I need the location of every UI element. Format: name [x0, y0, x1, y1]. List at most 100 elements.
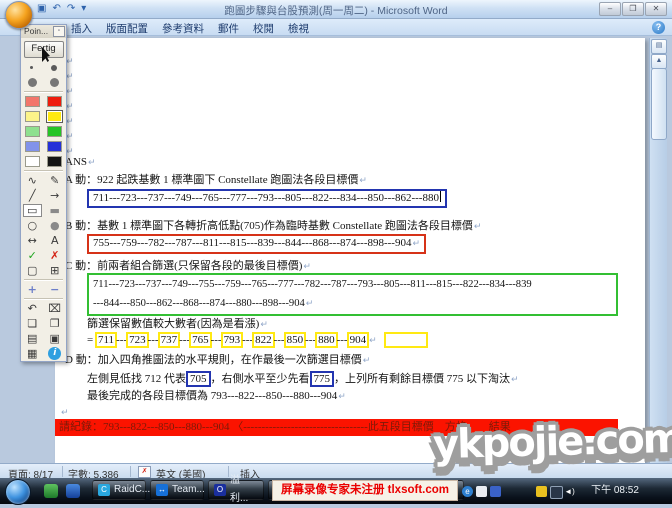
- cross-icon[interactable]: ✗: [45, 249, 64, 262]
- tray-icon-1[interactable]: e: [462, 486, 473, 497]
- color-swatch-blue[interactable]: [47, 141, 62, 152]
- paragraph-mark: ↵: [412, 239, 420, 249]
- color-swatch-light-blue[interactable]: [25, 141, 40, 152]
- copy-icon[interactable]: ❐: [45, 317, 64, 330]
- yellow-annotation-box: 880: [315, 332, 338, 348]
- pen-size-small-icon[interactable]: [30, 66, 33, 69]
- pen-size-large-icon[interactable]: [28, 78, 37, 87]
- tray-volume-icon[interactable]: ◄): [564, 486, 575, 497]
- select-rect-icon[interactable]: ▢: [23, 264, 42, 277]
- tab-review[interactable]: 校閱: [246, 18, 281, 35]
- color-swatch-green[interactable]: [47, 126, 62, 137]
- taskbar-button-3[interactable]: O 溢利...: [208, 480, 264, 500]
- line-icon[interactable]: ╱: [23, 189, 42, 202]
- divider: [228, 466, 229, 477]
- ruler-toggle-icon[interactable]: ▤: [651, 39, 667, 54]
- color-swatch-red[interactable]: [47, 96, 62, 107]
- watermark: ykpojie.com: [432, 416, 672, 469]
- new-page-icon[interactable]: ❏: [23, 317, 42, 330]
- info-icon[interactable]: i: [48, 347, 61, 360]
- pointofix-minimize-icon[interactable]: ▫: [53, 26, 65, 37]
- print-icon[interactable]: ▤: [23, 332, 42, 345]
- help-icon[interactable]: ?: [652, 21, 665, 34]
- rectangle-icon[interactable]: ▭: [23, 204, 42, 217]
- tray-icon-3[interactable]: [490, 486, 501, 497]
- quicklaunch-icon-2[interactable]: [66, 484, 80, 498]
- minimize-button[interactable]: –: [599, 2, 621, 16]
- divider: [62, 466, 63, 477]
- tray-icon-2[interactable]: [476, 486, 487, 497]
- filled-ellipse-icon[interactable]: ●: [45, 219, 64, 232]
- scrollbar-thumb[interactable]: [651, 68, 667, 140]
- pen-size-xlarge-icon[interactable]: [50, 78, 59, 87]
- tray-shield-icon[interactable]: [536, 486, 547, 497]
- pen-size-medium-icon[interactable]: [51, 65, 57, 71]
- tab-references[interactable]: 參考資料: [155, 18, 211, 35]
- save-icon[interactable]: ▣: [45, 332, 64, 345]
- filled-rectangle-icon[interactable]: ▬: [45, 204, 64, 217]
- pencil-icon[interactable]: ✎: [45, 174, 64, 187]
- color-swatch-light-green[interactable]: [25, 126, 40, 137]
- step-c-values-line1: 711---723---737---749---755---759---765-…: [93, 275, 612, 294]
- yellow-annotation-box: 723: [126, 332, 149, 348]
- tab-mailings[interactable]: 郵件: [211, 18, 246, 35]
- step-c-values-line2: ---844---850---862---868---874---880---8…: [93, 294, 612, 314]
- blue-annotation-box: 705: [186, 371, 211, 387]
- plus-icon[interactable]: +: [23, 283, 42, 296]
- ellipse-icon[interactable]: ○: [23, 219, 42, 232]
- tray-network-icon[interactable]: [550, 486, 563, 499]
- vertical-scrollbar[interactable]: ▤ ▲: [649, 38, 667, 463]
- redo-icon[interactable]: ↷: [67, 3, 75, 14]
- app-o-icon: O: [214, 484, 226, 496]
- paragraph-mark: ↵: [66, 87, 74, 97]
- filtered-values-line: = 711---723---737---765---793---822---85…: [87, 332, 427, 348]
- tab-insert[interactable]: 插入: [64, 18, 99, 35]
- check-icon[interactable]: ✓: [23, 249, 42, 262]
- paragraph-mark: ↵: [66, 72, 74, 82]
- paragraph-mark: ↵: [363, 356, 371, 366]
- save-icon[interactable]: ▣: [37, 3, 46, 14]
- zoom-rect-icon[interactable]: ⊞: [45, 264, 64, 277]
- restore-button[interactable]: ❐: [622, 2, 644, 16]
- close-button[interactable]: ✕: [645, 2, 667, 16]
- taskbar-button-teamviewer[interactable]: ↔ Team...: [150, 480, 204, 500]
- paragraph-mark: ↵: [66, 117, 74, 127]
- windows-start-button[interactable]: [5, 479, 31, 505]
- trash-icon[interactable]: ⌧: [45, 302, 64, 315]
- tab-view[interactable]: 檢視: [281, 18, 316, 35]
- color-swatch-yellow[interactable]: [47, 111, 62, 122]
- pointofix-titlebar[interactable]: Poin... ▫: [21, 25, 66, 38]
- taskbar-button-raidcall[interactable]: C RaidC...: [92, 480, 146, 500]
- document-page[interactable]: ↵ ↵ ↵ ↵ ↵ ↵ ↵ ANS↵ A 動：922 起跌基數 1 標準圖下 C…: [55, 38, 645, 463]
- pointofix-panel: Poin... ▫ Fertig ∿ ✎ ╱ → ▭ ▬: [20, 24, 67, 362]
- text-tool-icon[interactable]: A: [45, 234, 64, 247]
- paragraph-mark: ↵: [66, 57, 74, 67]
- color-swatch-light-yellow[interactable]: [25, 111, 40, 122]
- color-swatch-white[interactable]: [25, 156, 40, 167]
- taskbar-clock[interactable]: 下午 08:52: [584, 478, 646, 504]
- arrow-icon[interactable]: →: [45, 189, 64, 202]
- tab-page-layout[interactable]: 版面配置: [99, 18, 155, 35]
- undo-icon[interactable]: ↶: [52, 3, 60, 14]
- step-b-label: B 動：基數 1 標準圖下各轉折高低點(705)作為臨時基數 Constella…: [65, 219, 481, 234]
- office-button[interactable]: [5, 1, 33, 29]
- minus-icon[interactable]: −: [45, 283, 64, 296]
- color-swatch-black[interactable]: [47, 156, 62, 167]
- recorder-trial-banner[interactable]: 屏幕录像专家未注册 tlxsoft.com: [272, 480, 458, 501]
- window-controls: – ❐ ✕: [599, 2, 667, 16]
- qat-dropdown-icon[interactable]: ▾: [81, 3, 86, 14]
- paragraph-mark: ↵: [66, 132, 74, 142]
- spellcheck-icon[interactable]: ✗: [138, 466, 151, 478]
- screenshot-icon[interactable]: ▦: [23, 347, 42, 360]
- color-swatch-light-red[interactable]: [25, 96, 40, 107]
- divider: [24, 298, 63, 300]
- yellow-annotation-box: 822: [252, 332, 275, 348]
- step-b-values-annotation-box: 755---759---782---787---811---815---839-…: [87, 234, 426, 254]
- paragraph-mark: ↵: [61, 408, 69, 418]
- paragraph-mark: ↵: [474, 222, 482, 232]
- undo-icon[interactable]: ↶: [23, 302, 42, 315]
- double-arrow-icon[interactable]: ↔: [23, 234, 42, 247]
- quicklaunch-icon-1[interactable]: [44, 484, 58, 498]
- freehand-icon[interactable]: ∿: [23, 174, 42, 187]
- scroll-up-icon[interactable]: ▲: [651, 54, 667, 69]
